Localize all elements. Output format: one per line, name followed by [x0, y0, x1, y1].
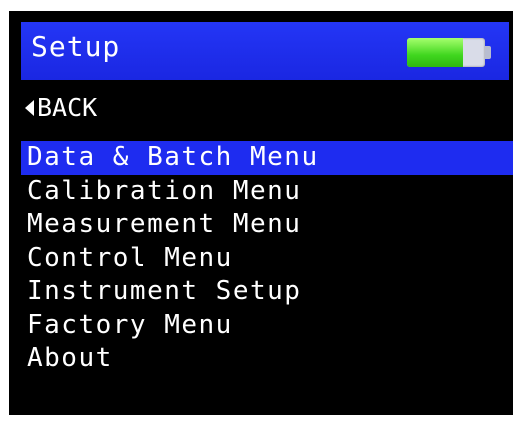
menu-item-control[interactable]: Control Menu: [21, 242, 513, 276]
triangle-left-icon: [25, 100, 34, 116]
menu-item-about[interactable]: About: [21, 342, 513, 376]
menu-item-instrument-setup[interactable]: Instrument Setup: [21, 275, 513, 309]
battery-level-fill: [407, 38, 464, 67]
back-button[interactable]: BACK: [25, 93, 97, 123]
screen-title: Setup: [31, 30, 121, 63]
menu-item-measurement[interactable]: Measurement Menu: [21, 208, 513, 242]
battery-icon: [407, 38, 485, 67]
menu-item-calibration[interactable]: Calibration Menu: [21, 175, 513, 209]
menu-item-factory[interactable]: Factory Menu: [21, 309, 513, 343]
title-bar: Setup: [21, 22, 509, 80]
device-screen: Setup BACK Data & Batch Menu Calibration…: [9, 11, 513, 415]
menu-item-data-batch[interactable]: Data & Batch Menu: [21, 141, 513, 175]
setup-menu: Data & Batch Menu Calibration Menu Measu…: [21, 141, 513, 376]
battery-terminal: [485, 46, 491, 59]
back-label: BACK: [37, 93, 98, 122]
